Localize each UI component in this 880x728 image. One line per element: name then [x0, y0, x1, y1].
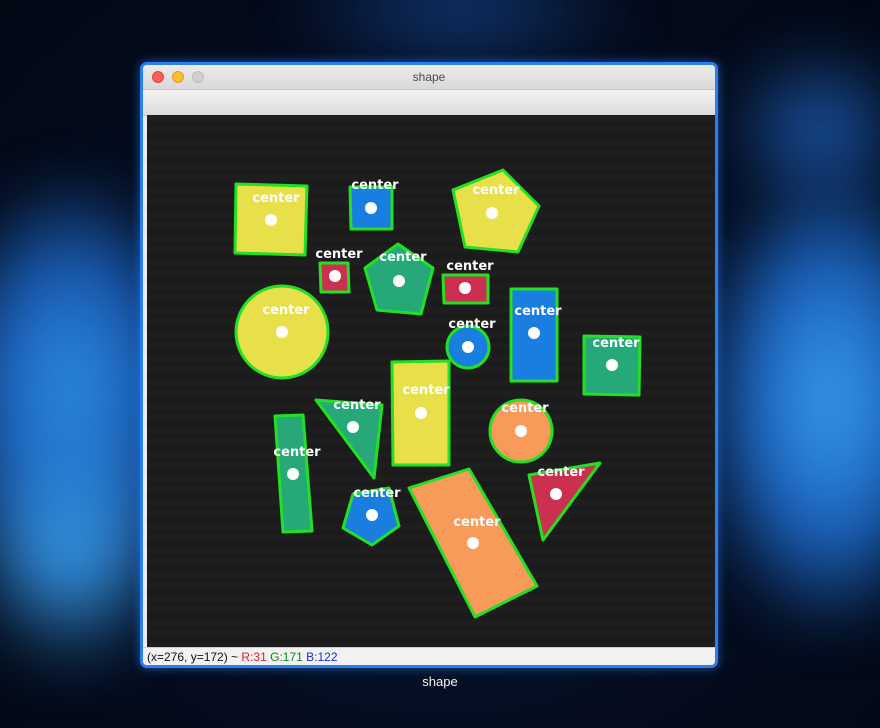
- image-window: shape center center center center center cent…: [140, 62, 718, 668]
- center-label: center: [333, 398, 381, 413]
- center-dot: [462, 341, 474, 353]
- center-dot: [459, 282, 471, 294]
- center-label: center: [262, 303, 310, 318]
- center-dot: [347, 421, 359, 433]
- center-dot: [550, 488, 562, 500]
- status-blue-value: B:122: [306, 650, 338, 664]
- center-dot: [287, 468, 299, 480]
- status-bar: (x=276, y=172) ~ R:31 G:171 B:122: [143, 647, 715, 665]
- center-dot: [393, 275, 405, 287]
- center-label: center: [273, 445, 321, 460]
- center-dot: [486, 207, 498, 219]
- center-label: center: [453, 515, 501, 530]
- center-dot: [329, 270, 341, 282]
- status-coordinates: (x=276, y=172) ~: [147, 650, 242, 664]
- center-label: center: [537, 465, 585, 480]
- center-dot: [276, 326, 288, 338]
- center-label: center: [592, 336, 640, 351]
- center-dot: [365, 202, 377, 214]
- center-dot: [415, 407, 427, 419]
- center-label: center: [351, 178, 399, 193]
- center-dot: [366, 509, 378, 521]
- center-dot: [528, 327, 540, 339]
- status-red-value: R:31: [241, 650, 267, 664]
- center-dot: [515, 425, 527, 437]
- center-dot: [606, 359, 618, 371]
- center-label: center: [448, 317, 496, 332]
- title-bar[interactable]: shape: [143, 65, 715, 90]
- status-green-value: G:171: [270, 650, 303, 664]
- center-label: center: [353, 486, 401, 501]
- shape-detection-image[interactable]: center center center center center center cent…: [147, 115, 715, 647]
- toolbar: [143, 90, 715, 116]
- window-title: shape: [412, 70, 446, 84]
- center-label: center: [514, 304, 562, 319]
- center-label: center: [252, 191, 300, 206]
- center-dot: [265, 214, 277, 226]
- center-label: center: [315, 247, 363, 262]
- center-dot: [467, 537, 479, 549]
- center-label: center: [379, 250, 427, 265]
- center-label: center: [446, 259, 494, 274]
- window-caption: shape: [422, 674, 458, 689]
- center-label: center: [402, 383, 450, 398]
- center-label: center: [501, 401, 549, 416]
- center-label: center: [472, 183, 520, 198]
- image-canvas[interactable]: center center center center center center cent…: [147, 115, 715, 647]
